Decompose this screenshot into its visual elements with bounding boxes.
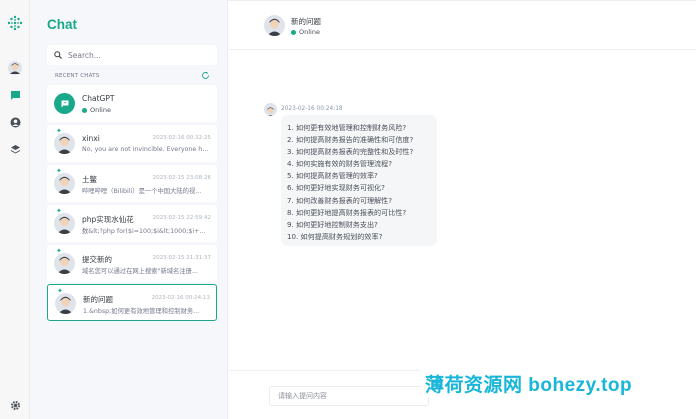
chat-date: 2023-02-16 00:24:13 bbox=[151, 295, 210, 301]
chat-name: php实现水仙花 bbox=[82, 215, 134, 224]
nav-rail bbox=[0, 0, 30, 419]
recent-chats-label: RECENT CHATS bbox=[55, 73, 100, 79]
chat-date: 2023-02-15 21:31:37 bbox=[152, 255, 211, 261]
chat-date: 2023-02-16 00:32:25 bbox=[152, 135, 211, 141]
chat-name: 新的问题 bbox=[83, 295, 113, 304]
chat-preview: 数&lt;?php for($i=100;$i&lt;1000;$i++)... bbox=[82, 228, 210, 235]
conversation-panel: 新的问题 Online 2023-02-16 00:24:18 1. 如何更有效… bbox=[228, 0, 696, 419]
avatar bbox=[54, 173, 75, 194]
chat-item-active[interactable]: ✦ 新的问题 2023-02-16 00:24:13 1.&nbsp;如何更有效… bbox=[47, 284, 217, 321]
message-line: 9. 如何更好地控制财务支出? bbox=[287, 219, 378, 229]
avatar bbox=[54, 253, 75, 274]
online-dot-icon bbox=[291, 29, 296, 35]
message-line: 3. 如何提高财务报表的完整性和及时性? bbox=[287, 147, 414, 157]
chat-preview: 哔哩哔哩（Bilibili）是一个中国大陆的视... bbox=[82, 188, 202, 195]
layers-icon[interactable] bbox=[8, 142, 22, 156]
search-input[interactable] bbox=[68, 50, 208, 60]
chat-name: ChatGPT bbox=[82, 94, 115, 103]
chat-name: xinxi bbox=[82, 134, 100, 143]
avatar bbox=[264, 15, 285, 36]
chat-item[interactable]: ✦ xinxi 2023-02-16 00:32:25 No, you are … bbox=[47, 125, 217, 162]
watermark: 薄荷资源网 bohezy.top bbox=[421, 369, 696, 397]
chat-item-chatgpt[interactable]: ChatGPT Online bbox=[47, 85, 217, 122]
chat-list-panel: Chat RECENT CHATS ChatGPT Online ✦ xinxi… bbox=[30, 0, 228, 419]
message-line: 6. 如何更好地实现财务可视化? bbox=[287, 183, 385, 193]
online-status: Online bbox=[82, 106, 111, 114]
settings-icon[interactable] bbox=[8, 398, 22, 412]
app-window: Chat RECENT CHATS ChatGPT Online ✦ xinxi… bbox=[0, 0, 696, 419]
message-line: 4. 如何实施有效的财务管理流程? bbox=[287, 159, 393, 169]
chat-date: 2023-02-15 22:59:42 bbox=[152, 215, 211, 221]
search-box[interactable] bbox=[47, 45, 217, 65]
search-icon bbox=[54, 51, 62, 59]
chatgpt-avatar bbox=[54, 93, 75, 114]
online-status: Online bbox=[291, 28, 320, 36]
chat-item[interactable]: ✦ php实现水仙花 2023-02-15 22:59:42 数&lt;?php… bbox=[47, 205, 217, 242]
chat-name: 土鳖 bbox=[82, 175, 97, 184]
message-line: 2. 如何提高财务报告的准确性和可信度? bbox=[287, 135, 414, 145]
conversation-title: 新的问题 bbox=[291, 17, 321, 26]
sidebar-title: Chat bbox=[47, 17, 77, 32]
avatar bbox=[54, 133, 75, 154]
chat-preview: 域名您可以通过在网上搜索"新域名注册... bbox=[82, 268, 198, 275]
message-timestamp: 2023-02-16 00:24:18 bbox=[281, 106, 343, 112]
chat-icon[interactable] bbox=[8, 88, 22, 102]
refresh-icon[interactable] bbox=[201, 71, 210, 80]
message-line: 5. 如何提高财务管理的效率? bbox=[287, 171, 378, 181]
message-line: 7. 如何改善财务报表的可理解性? bbox=[287, 195, 393, 205]
chat-item[interactable]: ✦ 提交新的 2023-02-15 21:31:37 域名您可以通过在网上搜索"… bbox=[47, 245, 217, 282]
message-input[interactable] bbox=[269, 386, 429, 406]
chat-preview: 1.&nbsp;如何更有效地管理和控制财务... bbox=[83, 308, 200, 315]
online-dot-icon bbox=[82, 107, 87, 113]
message-bubble: 1. 如何更有效地管理和控制财务风险? 2. 如何提高财务报告的准确性和可信度?… bbox=[281, 115, 437, 246]
message-icon bbox=[61, 100, 68, 107]
avatar bbox=[54, 213, 75, 234]
message-avatar bbox=[264, 103, 277, 116]
message-line: 1. 如何更有效地管理和控制财务风险? bbox=[287, 123, 407, 132]
message-line: 8. 如何更好地提高财务报表的可比性? bbox=[287, 207, 407, 217]
chat-date: 2023-02-15 23:08:26 bbox=[152, 175, 211, 181]
user-avatar-icon[interactable] bbox=[8, 61, 22, 75]
chat-preview: No, you are not invincible. Everyone has… bbox=[82, 146, 210, 153]
message-line: 10. 如何提高财务规划的效率? bbox=[287, 231, 383, 241]
chat-name: 提交新的 bbox=[82, 255, 112, 264]
avatar bbox=[55, 293, 76, 314]
conversation-header: 新的问题 Online bbox=[228, 0, 696, 50]
profile-icon[interactable] bbox=[8, 115, 22, 129]
chat-item[interactable]: ✦ 土鳖 2023-02-15 23:08:26 哔哩哔哩（Bilibili）是… bbox=[47, 165, 217, 202]
logo-icon[interactable] bbox=[7, 15, 23, 31]
